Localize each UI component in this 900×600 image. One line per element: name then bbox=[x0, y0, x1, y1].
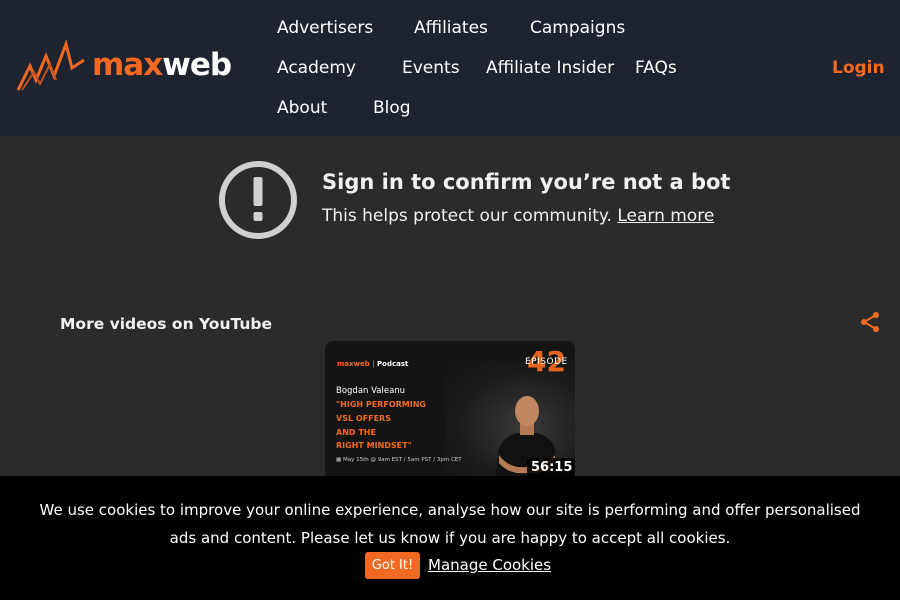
nav-about[interactable]: About bbox=[277, 98, 327, 118]
nav-academy[interactable]: Academy bbox=[277, 58, 356, 78]
video-duration: 56:15 bbox=[527, 458, 575, 477]
learn-more-link[interactable]: Learn more bbox=[617, 206, 714, 226]
episode-label: EPISODE bbox=[525, 357, 568, 367]
maxweb-logo[interactable]: maxweb bbox=[16, 36, 232, 94]
thumbnail-title-line: RIGHT MINDSET" bbox=[336, 441, 412, 450]
site-header: maxweb Advertisers Affiliates Campaigns … bbox=[0, 0, 900, 136]
thumbnail-title-line: AND THE bbox=[336, 428, 376, 437]
logo-wordmark: maxweb bbox=[92, 47, 232, 83]
thumbnail-date: ▦ May 15th @ 9am EST / 5am PST / 3pm CET bbox=[336, 457, 462, 463]
thumbnail-logo: maxweb | Podcast bbox=[337, 360, 409, 368]
nav-faqs[interactable]: FAQs bbox=[635, 58, 677, 78]
bot-check-title: Sign in to confirm you’re not a bot bbox=[322, 170, 731, 194]
nav-affiliate-insider[interactable]: Affiliate Insider bbox=[486, 58, 614, 78]
nav-blog[interactable]: Blog bbox=[373, 98, 411, 118]
manage-cookies-link[interactable]: Manage Cookies bbox=[428, 556, 551, 575]
share-icon[interactable] bbox=[859, 311, 881, 333]
lightning-logo-icon bbox=[16, 38, 85, 91]
cookie-banner: We use cookies to improve your online ex… bbox=[0, 476, 900, 600]
guest-name: Bogdan Valeanu bbox=[336, 386, 406, 396]
bot-check-subtitle: This helps protect our community. Learn … bbox=[322, 206, 715, 226]
more-videos-heading: More videos on YouTube bbox=[60, 315, 272, 333]
thumbnail-title-line: VSL OFFERS bbox=[336, 414, 391, 423]
login-link[interactable]: Login bbox=[832, 58, 885, 78]
nav-events[interactable]: Events bbox=[402, 58, 460, 78]
cookie-message: We use cookies to improve your online ex… bbox=[39, 501, 861, 547]
video-thumbnail[interactable]: maxweb | Podcast 42 EPISODE Bogdan Valea… bbox=[325, 341, 575, 481]
nav-campaigns[interactable]: Campaigns bbox=[530, 18, 625, 38]
nav-affiliates[interactable]: Affiliates bbox=[414, 18, 488, 38]
nav-advertisers[interactable]: Advertisers bbox=[277, 18, 373, 38]
thumbnail-title-line: "HIGH PERFORMING bbox=[336, 400, 426, 409]
exclamation-circle-icon bbox=[219, 161, 297, 239]
accept-cookies-button[interactable]: Got It! bbox=[365, 552, 420, 579]
